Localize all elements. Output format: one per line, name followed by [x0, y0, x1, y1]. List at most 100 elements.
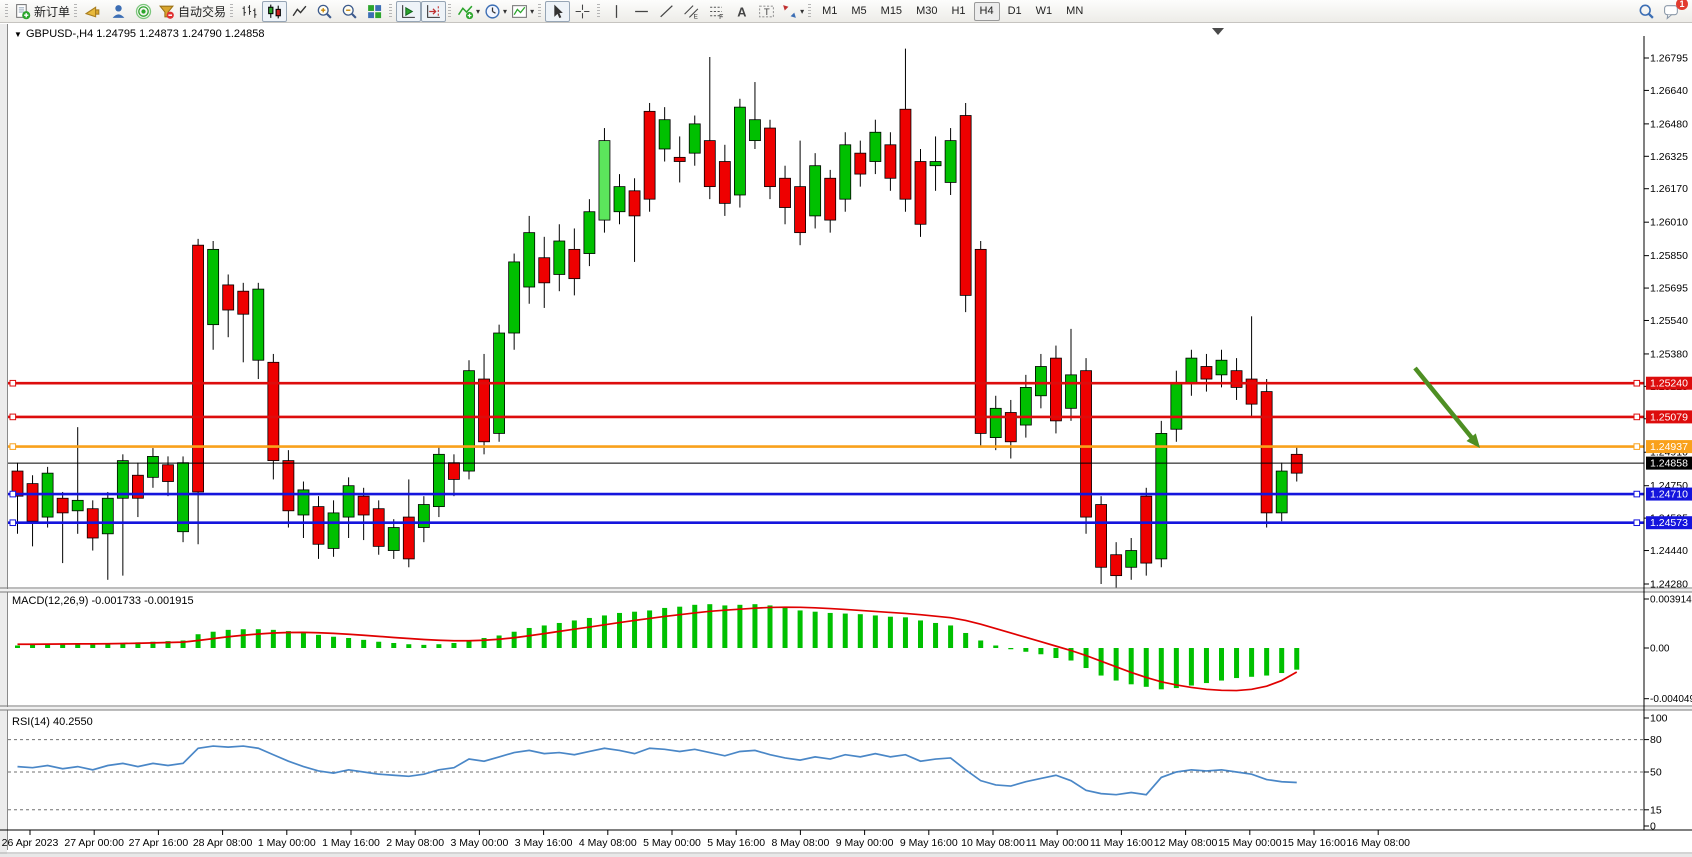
time-tick-label: 3 May 00:00	[451, 837, 509, 849]
symbol-title: GBPUSD-,H4 1.24795 1.24873 1.24790 1.248…	[26, 28, 265, 40]
rsi-tick-label: 100	[1650, 713, 1668, 725]
timeframe-m1-button[interactable]: M1	[816, 2, 843, 21]
macd-label: MACD(12,26,9) -0.001733 -0.001915	[12, 595, 194, 607]
autotrading-button[interactable]: 自动交易	[156, 1, 228, 22]
dropdown-arrow-icon[interactable]: ▾	[476, 7, 480, 16]
person-icon	[110, 3, 127, 20]
arrows-icon	[781, 3, 798, 20]
dropdown-arrow-icon[interactable]: ▾	[800, 7, 804, 16]
line-handle[interactable]	[1634, 491, 1640, 497]
timeframe-w1-button[interactable]: W1	[1030, 2, 1059, 21]
zoom-out-button[interactable]	[337, 1, 362, 22]
channel-button[interactable]: E	[679, 1, 704, 22]
tile-windows-button[interactable]	[362, 1, 387, 22]
price-tick-label: 1.25850	[1650, 250, 1688, 262]
candlestick-chart-button[interactable]	[262, 1, 287, 22]
price-tick-label: 1.24280	[1650, 578, 1688, 590]
time-tick-label: 11 May 00:00	[1026, 837, 1089, 849]
timeframe-h4-button[interactable]: H4	[974, 2, 1000, 21]
linechart-icon	[291, 3, 308, 20]
line-handle[interactable]	[1634, 444, 1640, 450]
arrows-button[interactable]: ▾	[779, 1, 806, 22]
search-button[interactable]	[1634, 1, 1659, 22]
svg-text:1.24858: 1.24858	[1650, 458, 1688, 470]
toolbar-grip	[5, 4, 8, 19]
cursor-icon	[549, 3, 566, 20]
time-tick-label: 2 May 08:00	[386, 837, 444, 849]
svg-text:T: T	[764, 7, 770, 18]
svg-text:1.24937: 1.24937	[1650, 441, 1688, 453]
line-handle[interactable]	[1634, 520, 1640, 526]
zoom-in-button[interactable]	[312, 1, 337, 22]
periods-button[interactable]: ▾	[482, 1, 509, 22]
bar-chart-button[interactable]	[237, 1, 262, 22]
notifications-button[interactable]: 1	[1659, 1, 1684, 22]
chart-shift-button[interactable]	[421, 1, 446, 22]
rsi-tick-label: 50	[1650, 767, 1662, 779]
price-tick-label: 1.26795	[1650, 53, 1688, 65]
timeframe-h1-button[interactable]: H1	[945, 2, 971, 21]
horizontal-line-button[interactable]	[629, 1, 654, 22]
time-tick-label: 12 May 08:00	[1154, 837, 1218, 849]
line-handle[interactable]	[10, 520, 16, 526]
cursor-button[interactable]	[545, 1, 570, 22]
candles-icon	[266, 3, 283, 20]
timeframe-mn-button[interactable]: MN	[1060, 2, 1089, 21]
timeframe-m5-button[interactable]: M5	[845, 2, 872, 21]
market-button[interactable]	[106, 1, 131, 22]
time-tick-label: 9 May 16:00	[900, 837, 958, 849]
rsi-tick-label: 15	[1650, 804, 1662, 816]
chart-area[interactable]: 1.267951.266401.264801.263251.261701.260…	[0, 24, 1692, 857]
time-tick-label: 5 May 16:00	[707, 837, 765, 849]
time-tick-label: 26 Apr 2023	[2, 837, 59, 849]
price-tick-label: 1.24440	[1650, 545, 1688, 557]
svg-text:1.25079: 1.25079	[1650, 411, 1688, 423]
new-order-button[interactable]: 新订单	[12, 1, 72, 22]
time-tick-label: 3 May 16:00	[515, 837, 573, 849]
line-handle[interactable]	[10, 444, 16, 450]
timeframe-m30-button[interactable]: M30	[910, 2, 943, 21]
line-handle[interactable]	[10, 380, 16, 386]
macd-tick-label: -0.004049	[1650, 694, 1692, 705]
line-handle[interactable]	[10, 491, 16, 497]
dropdown-arrow-icon[interactable]: ▾	[530, 7, 534, 16]
price-tick-label: 1.25695	[1650, 283, 1688, 295]
svg-text:A: A	[737, 4, 746, 19]
line-chart-button[interactable]	[287, 1, 312, 22]
text-label-button[interactable]: T	[754, 1, 779, 22]
zoomin-icon	[316, 3, 333, 20]
line-handle[interactable]	[1634, 414, 1640, 420]
price-tick-label: 1.26480	[1650, 118, 1688, 130]
rsi-tick-label: 80	[1650, 734, 1662, 746]
line-handle[interactable]	[10, 414, 16, 420]
time-tick-label: 27 Apr 00:00	[64, 837, 124, 849]
signals-button[interactable]	[131, 1, 156, 22]
price-chart[interactable]: 1.267951.266401.264801.263251.261701.260…	[0, 24, 1692, 857]
symbol-dropdown-icon[interactable]: ▼	[14, 30, 22, 39]
timeframe-m15-button[interactable]: M15	[875, 2, 908, 21]
macd-tick-label: 0.003914	[1650, 594, 1692, 605]
new-order-button-label: 新订单	[34, 3, 70, 20]
vertical-line-button[interactable]	[604, 1, 629, 22]
alerts-button[interactable]	[81, 1, 106, 22]
macd-tick-label: 0.00	[1650, 644, 1670, 655]
funnel-icon	[158, 3, 175, 20]
price-tick-label: 1.25540	[1650, 315, 1688, 327]
svg-text:F: F	[719, 13, 723, 19]
auto-scroll-button[interactable]	[396, 1, 421, 22]
window-left-border	[0, 24, 7, 857]
dropdown-arrow-icon[interactable]: ▾	[503, 7, 507, 16]
timeframe-d1-button[interactable]: D1	[1002, 2, 1028, 21]
time-tick-label: 11 May 16:00	[1090, 837, 1153, 849]
crosshair-button[interactable]	[570, 1, 595, 22]
toolbar: 新订单 自动交易 ▾ ▾ ▾ E F A T ▾ M1M5M15M30H1H4D1W1MN 1	[0, 0, 1692, 23]
templates-button[interactable]: ▾	[509, 1, 536, 22]
text-button[interactable]: A	[729, 1, 754, 22]
indicators-button[interactable]: ▾	[455, 1, 482, 22]
line-handle[interactable]	[1634, 380, 1640, 386]
shift-icon	[425, 3, 442, 20]
mt4-window: { "toolbar": { "new_order_label": "新订单",…	[0, 0, 1692, 857]
trendline-button[interactable]	[654, 1, 679, 22]
time-tick-label: 16 May 08:00	[1346, 837, 1410, 849]
fibonacci-button[interactable]: F	[704, 1, 729, 22]
